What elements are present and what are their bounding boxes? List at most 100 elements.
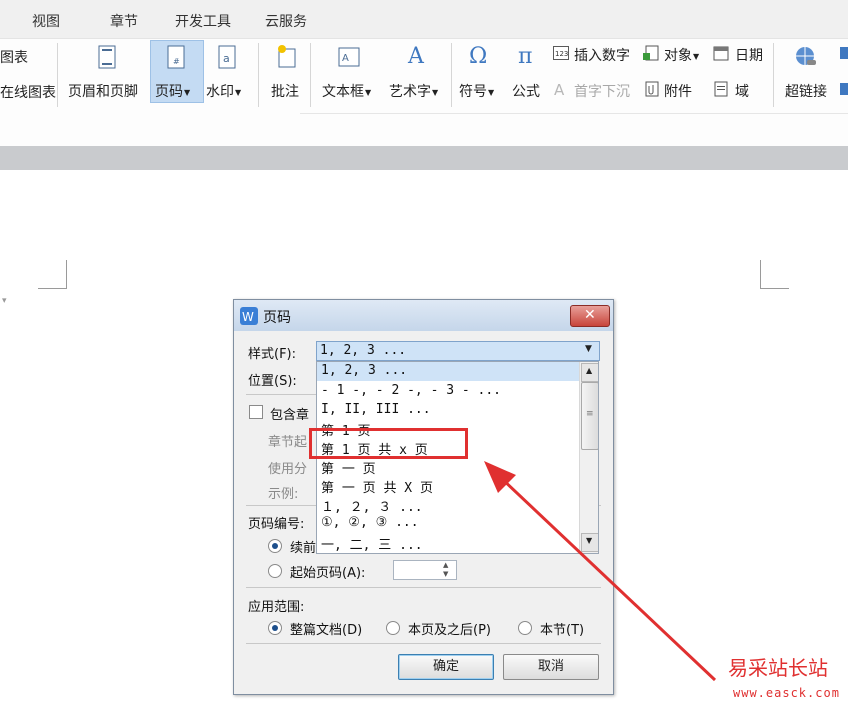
example-label: 示例: — [268, 487, 299, 502]
hyperlink-button[interactable]: 超链接 — [785, 81, 827, 101]
dropcap-icon: A — [554, 81, 565, 97]
attachment-button[interactable]: 附件 — [664, 81, 692, 101]
style-option[interactable]: １, ２, ３ ... — [321, 496, 423, 515]
style-option[interactable]: 第 一 页 共 X 页 — [321, 477, 433, 496]
svg-text:a: a — [223, 52, 230, 65]
annotation-arrow — [484, 461, 717, 682]
symbol-button[interactable]: 符号▼ — [459, 81, 494, 101]
continue-radio[interactable] — [268, 539, 282, 553]
separator — [57, 43, 58, 107]
dialog-title: 页码 — [263, 310, 291, 326]
scope-whole-radio[interactable] — [268, 621, 282, 635]
tab-view[interactable]: 视图 — [32, 11, 60, 31]
style-option[interactable]: 第 一 页 — [321, 458, 376, 477]
style-option[interactable]: 一, 二, 三 ... — [321, 534, 423, 553]
scope-whole-label: 整篇文档(D) — [290, 623, 363, 638]
bookmark-icon-partial — [840, 47, 848, 95]
formula-button[interactable]: 公式 — [512, 81, 540, 101]
start-page-radio[interactable] — [268, 564, 282, 578]
attachment-icon — [645, 81, 659, 97]
separator — [773, 43, 774, 107]
style-option[interactable]: - 1 -, - 2 -, - 3 - ... — [321, 383, 501, 398]
spinner-arrows-icon: ▲ ▼ — [443, 561, 449, 578]
field-button[interactable]: 域 — [735, 81, 749, 101]
svg-text:123: 123 — [555, 50, 568, 58]
start-page-label: 起始页码(A): — [290, 566, 366, 581]
wordart-button[interactable]: 艺术字▼ — [389, 81, 438, 101]
insert-number-button[interactable]: 插入数字 — [574, 45, 630, 65]
object-icon — [643, 45, 659, 61]
separator — [451, 43, 452, 107]
textbox-button[interactable]: 文本框▼ — [322, 81, 371, 101]
comment-button[interactable]: 批注 — [271, 81, 299, 101]
scope-label: 应用范围: — [248, 600, 305, 615]
date-button[interactable]: 日期 — [735, 45, 763, 65]
watermark-icon: a — [218, 45, 236, 69]
header-footer-icon — [98, 45, 116, 69]
style-option[interactable]: I, II, III ... — [321, 402, 431, 417]
use-separator-label: 使用分 — [268, 462, 308, 477]
pi-formula-icon: π — [518, 44, 532, 67]
page-numbering-label: 页码编号: — [248, 517, 305, 532]
position-label: 位置(S): — [248, 374, 297, 389]
svg-text:#: # — [173, 57, 180, 66]
object-button[interactable]: 对象▼ — [664, 45, 699, 65]
svg-text:A: A — [554, 81, 565, 97]
omega-symbol-icon: Ω — [469, 44, 487, 67]
wordart-icon: A — [407, 44, 425, 67]
style-select-value: 1, 2, 3 ... — [320, 343, 407, 358]
svg-text:W: W — [242, 310, 254, 324]
style-label: 样式(F): — [248, 347, 297, 362]
close-button[interactable]: ✕ — [570, 305, 610, 327]
chart-button-partial[interactable]: 图表 — [0, 47, 28, 67]
crop-mark-right — [760, 260, 789, 289]
scroll-up-icon: ▲ — [586, 366, 593, 375]
paragraph-marker-icon: ▾ — [2, 296, 7, 306]
textbox-icon: A — [338, 47, 360, 67]
close-icon: ✕ — [584, 307, 596, 323]
page-number-icon: # — [167, 45, 185, 69]
site-watermark: 易采站长站 — [728, 656, 828, 680]
style-option[interactable]: 1, 2, 3 ... — [321, 363, 407, 378]
continue-label: 续前 — [290, 541, 317, 556]
include-chapter-label: 包含章 — [270, 408, 310, 423]
tab-cloud[interactable]: 云服务 — [265, 11, 307, 31]
include-chapter-checkbox[interactable] — [249, 405, 263, 419]
field-icon — [714, 81, 728, 97]
dropcap-button[interactable]: 首字下沉 — [574, 81, 630, 101]
comment-icon — [278, 45, 296, 68]
date-icon — [713, 46, 729, 61]
chapter-start-label: 章节起 — [268, 435, 308, 450]
tab-chapter[interactable]: 章节 — [110, 11, 138, 31]
svg-text:A: A — [342, 53, 349, 64]
ribbon-tab-bar: 视图 章节 开发工具 云服务 — [0, 0, 848, 38]
style-select[interactable]: 1, 2, 3 ... ▼ — [316, 341, 600, 361]
separator — [310, 43, 311, 107]
watermark-button[interactable]: 水印▼ — [206, 81, 241, 101]
separator — [258, 43, 259, 107]
ribbon-toolbar: 图表 在线图表 页眉和页脚 # 页码▼ a 水印▼ 批注 A 文本框▼ A 艺术… — [0, 38, 848, 147]
site-watermark-url: www.easck.com — [733, 686, 840, 700]
wps-logo-icon: W — [240, 307, 258, 325]
hyperlink-globe-icon — [796, 47, 816, 65]
tab-developer[interactable]: 开发工具 — [175, 11, 231, 31]
crop-mark-left — [38, 260, 67, 289]
scroll-up-button[interactable]: ▲ — [581, 363, 598, 382]
style-option[interactable]: ①, ②, ③ ... — [321, 515, 419, 530]
svg-text:π: π — [518, 44, 532, 67]
header-footer-button[interactable]: 页眉和页脚 — [68, 81, 138, 101]
scope-this-after-radio[interactable] — [386, 621, 400, 635]
dialog-titlebar: W 页码 ✕ — [234, 300, 613, 331]
start-page-spinner[interactable]: ▲ ▼ — [393, 560, 457, 580]
chevron-down-icon: ▼ — [585, 344, 592, 354]
online-chart-button[interactable]: 在线图表 — [0, 82, 56, 102]
svg-text:Ω: Ω — [469, 44, 487, 67]
svg-text:A: A — [407, 44, 425, 67]
ribbon-bottom-line — [300, 113, 848, 114]
scroll-thumb[interactable]: ≡ — [581, 382, 598, 450]
grip-icon: ≡ — [586, 409, 594, 419]
highlight-annotation-box — [309, 428, 468, 459]
ruler-band — [0, 146, 848, 170]
divider — [246, 394, 316, 395]
page-number-label: 页码▼ — [155, 84, 191, 100]
